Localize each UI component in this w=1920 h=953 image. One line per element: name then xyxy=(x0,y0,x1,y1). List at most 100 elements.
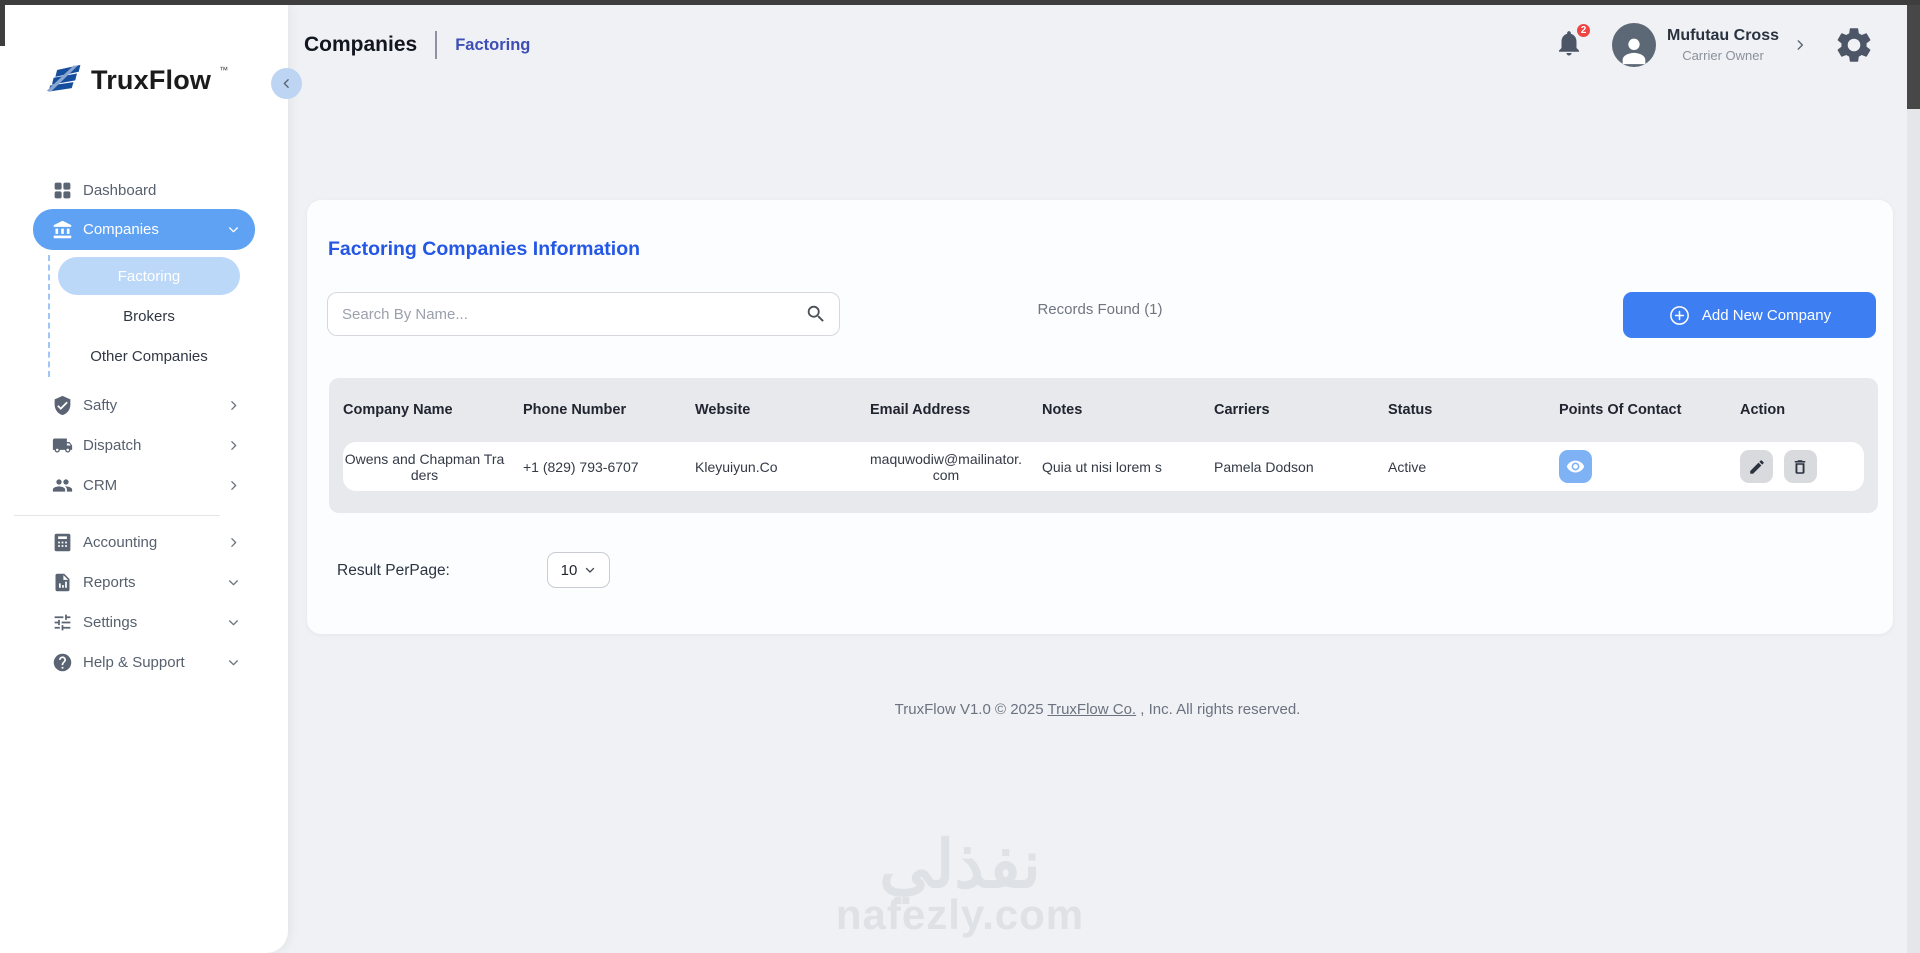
shield-check-icon xyxy=(50,393,74,417)
cell-email: maquwodiw@mailinator.com xyxy=(870,450,1022,483)
user-role: Carrier Owner xyxy=(1682,48,1764,63)
notification-badge: 2 xyxy=(1575,21,1592,39)
column-header: Points Of Contact xyxy=(1559,402,1682,418)
submenu-guide-line xyxy=(48,255,50,377)
chevron-right-icon xyxy=(227,479,240,492)
breadcrumb-primary: Companies xyxy=(304,33,418,56)
sidebar-item-label: Dispatch xyxy=(83,436,142,454)
sidebar-item-label: Companies xyxy=(83,221,159,238)
scrollbar-thumb[interactable] xyxy=(1907,5,1920,109)
chevron-down-icon xyxy=(227,656,240,669)
sidebar-item-brokers[interactable]: Brokers xyxy=(58,297,240,335)
column-header: Company Name xyxy=(343,402,453,418)
delete-button[interactable] xyxy=(1783,450,1817,483)
column-header: Phone Number xyxy=(523,402,627,418)
footer-text-before: TruxFlow V1.0 © 2025 xyxy=(894,701,1048,718)
sidebar-item-label: Safty xyxy=(83,396,118,414)
table-row: Owens and Chapman Traders +1 (829) 793-6… xyxy=(343,442,1864,491)
footer-company-link[interactable]: TruxFlow Co. xyxy=(1047,701,1136,718)
window-top-edge xyxy=(0,0,1920,5)
sidebar-item-dispatch[interactable]: Dispatch xyxy=(33,425,255,465)
watermark-latin: nafezly.com xyxy=(835,891,1085,938)
column-header: Action xyxy=(1740,402,1786,418)
breadcrumb-secondary: Factoring xyxy=(455,35,531,54)
sidebar-item-label: Dashboard xyxy=(83,181,157,199)
user-menu[interactable]: Mufutau Cross Carrier Owner xyxy=(1667,27,1779,63)
sidebar-item-label: Factoring xyxy=(117,267,181,285)
avatar[interactable] xyxy=(1612,23,1656,67)
sidebar-item-label: Help & Support xyxy=(83,653,185,671)
help-circle-icon xyxy=(50,650,74,674)
sidebar-item-label: CRM xyxy=(83,476,118,494)
sidebar: TruxFlow ™ Dashboard Companies Factoring… xyxy=(0,5,288,953)
header: Companies Factoring 2 Mufutau Cross Carr… xyxy=(288,5,1907,85)
cell-website: Kleyuiyun.Co xyxy=(695,458,778,475)
sidebar-item-accounting[interactable]: Accounting xyxy=(33,522,255,562)
sidebar-item-label: Accounting xyxy=(83,533,158,551)
sidebar-item-reports[interactable]: Reports xyxy=(33,562,255,602)
page-scrollbar[interactable] xyxy=(1907,5,1920,953)
main-content: Factoring Companies Information Records … xyxy=(288,85,1907,953)
pencil-icon xyxy=(1749,459,1764,474)
per-page-select[interactable]: 10 xyxy=(547,552,610,588)
sidebar-item-dashboard[interactable]: Dashboard xyxy=(33,170,255,210)
sidebar-item-companies[interactable]: Companies xyxy=(33,209,255,250)
chevron-right-icon xyxy=(1797,40,1804,50)
column-header: Notes xyxy=(1042,402,1083,418)
per-page-value: 10 xyxy=(560,561,578,579)
chevron-right-icon xyxy=(227,536,240,549)
user-name: Mufutau Cross xyxy=(1667,27,1779,44)
column-header: Email Address xyxy=(870,402,971,418)
chevron-down-icon xyxy=(586,567,595,573)
cell-carriers: Pamela Dodson xyxy=(1214,458,1314,475)
cell-phone-number: +1 (829) 793-6707 xyxy=(523,458,639,475)
brand-logo-icon xyxy=(46,64,81,92)
page-title: Factoring Companies Information xyxy=(328,238,641,260)
header-right-cluster: 2 Mufutau Cross Carrier Owner xyxy=(1554,21,1875,67)
watermark: نفذلي nafezly.com xyxy=(835,831,1085,938)
plus-circle-icon xyxy=(1669,305,1689,325)
footer: TruxFlow V1.0 © 2025 TruxFlow Co. , Inc.… xyxy=(288,701,1907,718)
sidebar-item-label: Settings xyxy=(83,613,138,631)
cell-company-name: Owens and Chapman Traders xyxy=(344,450,505,483)
user-menu-chevron[interactable] xyxy=(1793,38,1807,52)
chevron-left-icon xyxy=(283,79,289,88)
chevron-down-icon xyxy=(227,616,240,629)
sidebar-item-label: Brokers xyxy=(123,307,175,325)
bank-icon xyxy=(50,218,74,242)
truck-icon xyxy=(50,433,74,457)
calculator-icon xyxy=(50,530,74,554)
brand-logo: TruxFlow ™ xyxy=(45,63,228,97)
trash-icon xyxy=(1795,459,1806,474)
content-card: Factoring Companies Information Records … xyxy=(307,200,1893,634)
chevron-right-icon xyxy=(227,399,240,412)
sidebar-item-safty[interactable]: Safty xyxy=(33,385,255,425)
sidebar-item-crm[interactable]: CRM xyxy=(33,465,255,505)
cell-action xyxy=(1740,450,1864,483)
sliders-icon xyxy=(50,610,74,634)
table-header-row: Company Name Phone Number Website Email … xyxy=(329,378,1878,442)
notifications-button[interactable]: 2 xyxy=(1554,21,1592,63)
brand-trademark: ™ xyxy=(219,65,229,75)
companies-table: Company Name Phone Number Website Email … xyxy=(329,378,1878,513)
brand-name: TruxFlow xyxy=(91,65,212,95)
chevron-down-icon xyxy=(227,223,240,236)
gear-icon xyxy=(1837,28,1871,62)
sidebar-collapse-button[interactable] xyxy=(271,68,302,99)
breadcrumb-divider xyxy=(435,31,438,59)
settings-gear-button[interactable] xyxy=(1833,24,1875,66)
cell-status: Active xyxy=(1388,458,1427,475)
sidebar-item-label: Reports xyxy=(83,573,136,591)
footer-text-after: , Inc. All rights reserved. xyxy=(1136,701,1301,718)
view-contacts-button[interactable] xyxy=(1559,450,1592,483)
edit-button[interactable] xyxy=(1740,450,1773,483)
dashboard-icon xyxy=(50,178,74,202)
sidebar-item-other-companies[interactable]: Other Companies xyxy=(58,337,240,375)
cell-points-of-contact xyxy=(1559,450,1740,483)
sidebar-divider xyxy=(14,515,220,516)
sidebar-item-help-support[interactable]: Help & Support xyxy=(33,642,255,682)
people-icon xyxy=(50,473,74,497)
sidebar-item-factoring[interactable]: Factoring xyxy=(58,257,240,295)
add-new-company-button[interactable]: Add New Company xyxy=(1623,292,1876,338)
sidebar-item-settings[interactable]: Settings xyxy=(33,602,255,642)
